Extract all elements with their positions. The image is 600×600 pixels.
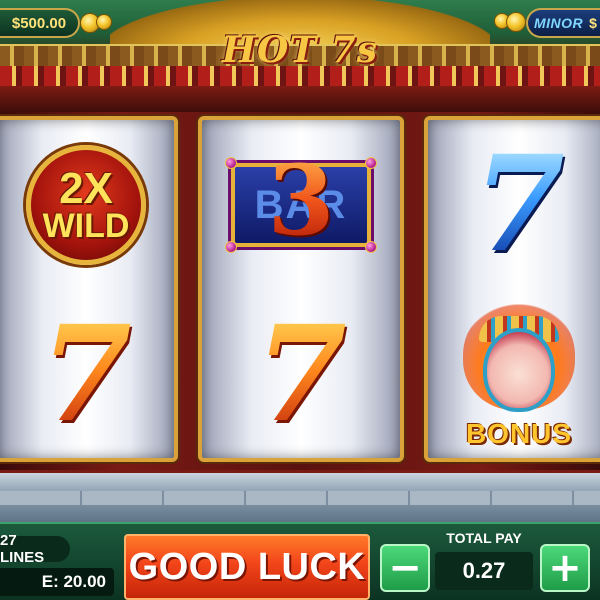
gem-icon bbox=[225, 241, 237, 253]
wild-symbol: 2X WILD bbox=[26, 145, 146, 265]
jackpot-minor-display: MINOR $ bbox=[526, 8, 600, 38]
reel-3: 7 BONUS bbox=[424, 116, 600, 462]
bet-display[interactable]: E: 20.00 bbox=[0, 568, 114, 596]
bonus-symbol: BONUS bbox=[449, 300, 589, 450]
decrease-bet-button[interactable]: − bbox=[380, 544, 430, 592]
reel-area: 2X WILD 7 BAR 3 7 7 bbox=[0, 112, 600, 470]
reel-2: BAR 3 7 bbox=[198, 116, 404, 462]
total-pay-label: TOTAL PAY bbox=[446, 530, 522, 546]
seven-symbol-orange: 7 bbox=[255, 297, 347, 452]
lines-value: 27 LINES bbox=[0, 532, 45, 566]
opera-mask-icon bbox=[483, 328, 555, 412]
temple-base bbox=[0, 470, 600, 522]
reel-3-bottom-cell: BONUS bbox=[428, 290, 600, 458]
wild-label: WILD bbox=[42, 206, 130, 245]
reel-2-top-cell: BAR 3 bbox=[202, 120, 400, 290]
reel-1-top-cell: 2X WILD bbox=[0, 120, 174, 290]
total-pay-display: TOTAL PAY 0.27 bbox=[432, 528, 536, 598]
game-logo: HOT 7s bbox=[221, 29, 378, 71]
spin-button[interactable]: GOOD LUCK bbox=[124, 534, 370, 600]
reel-2-bottom-cell: 7 bbox=[202, 290, 400, 458]
plus-icon: + bbox=[548, 545, 582, 591]
coin-icon bbox=[506, 12, 526, 32]
roof-band bbox=[0, 86, 600, 112]
reel-1: 2X WILD 7 bbox=[0, 116, 178, 462]
bar-number: 3 bbox=[267, 144, 335, 257]
jackpot-minor-label: MINOR bbox=[534, 15, 584, 31]
lines-display: 27 LINES bbox=[0, 532, 70, 566]
minus-icon: − bbox=[388, 545, 422, 591]
seven-symbol-blue: 7 bbox=[473, 127, 565, 282]
gem-icon bbox=[365, 157, 377, 169]
control-bar: 27 LINES E: 20.00 GOOD LUCK − TOTAL PAY … bbox=[0, 522, 600, 600]
seven-symbol-orange: 7 bbox=[40, 297, 132, 452]
jackpot-minor-value: $ bbox=[589, 15, 597, 31]
bet-value: E: 20.00 bbox=[41, 572, 106, 591]
bonus-label: BONUS bbox=[465, 418, 573, 449]
balance-display[interactable]: $500.00 bbox=[0, 8, 80, 38]
reel-1-bottom-cell: 7 bbox=[0, 290, 174, 458]
coin-icon bbox=[96, 14, 112, 30]
wild-multiplier: 2X bbox=[59, 163, 113, 213]
gem-icon bbox=[225, 157, 237, 169]
balance-value: $500.00 bbox=[11, 14, 67, 32]
gem-icon bbox=[365, 241, 377, 253]
increase-bet-button[interactable]: + bbox=[540, 544, 590, 592]
total-pay-value: 0.27 bbox=[435, 552, 533, 590]
bar-3-symbol: BAR 3 bbox=[225, 153, 377, 253]
reel-3-top-cell: 7 bbox=[428, 120, 600, 290]
